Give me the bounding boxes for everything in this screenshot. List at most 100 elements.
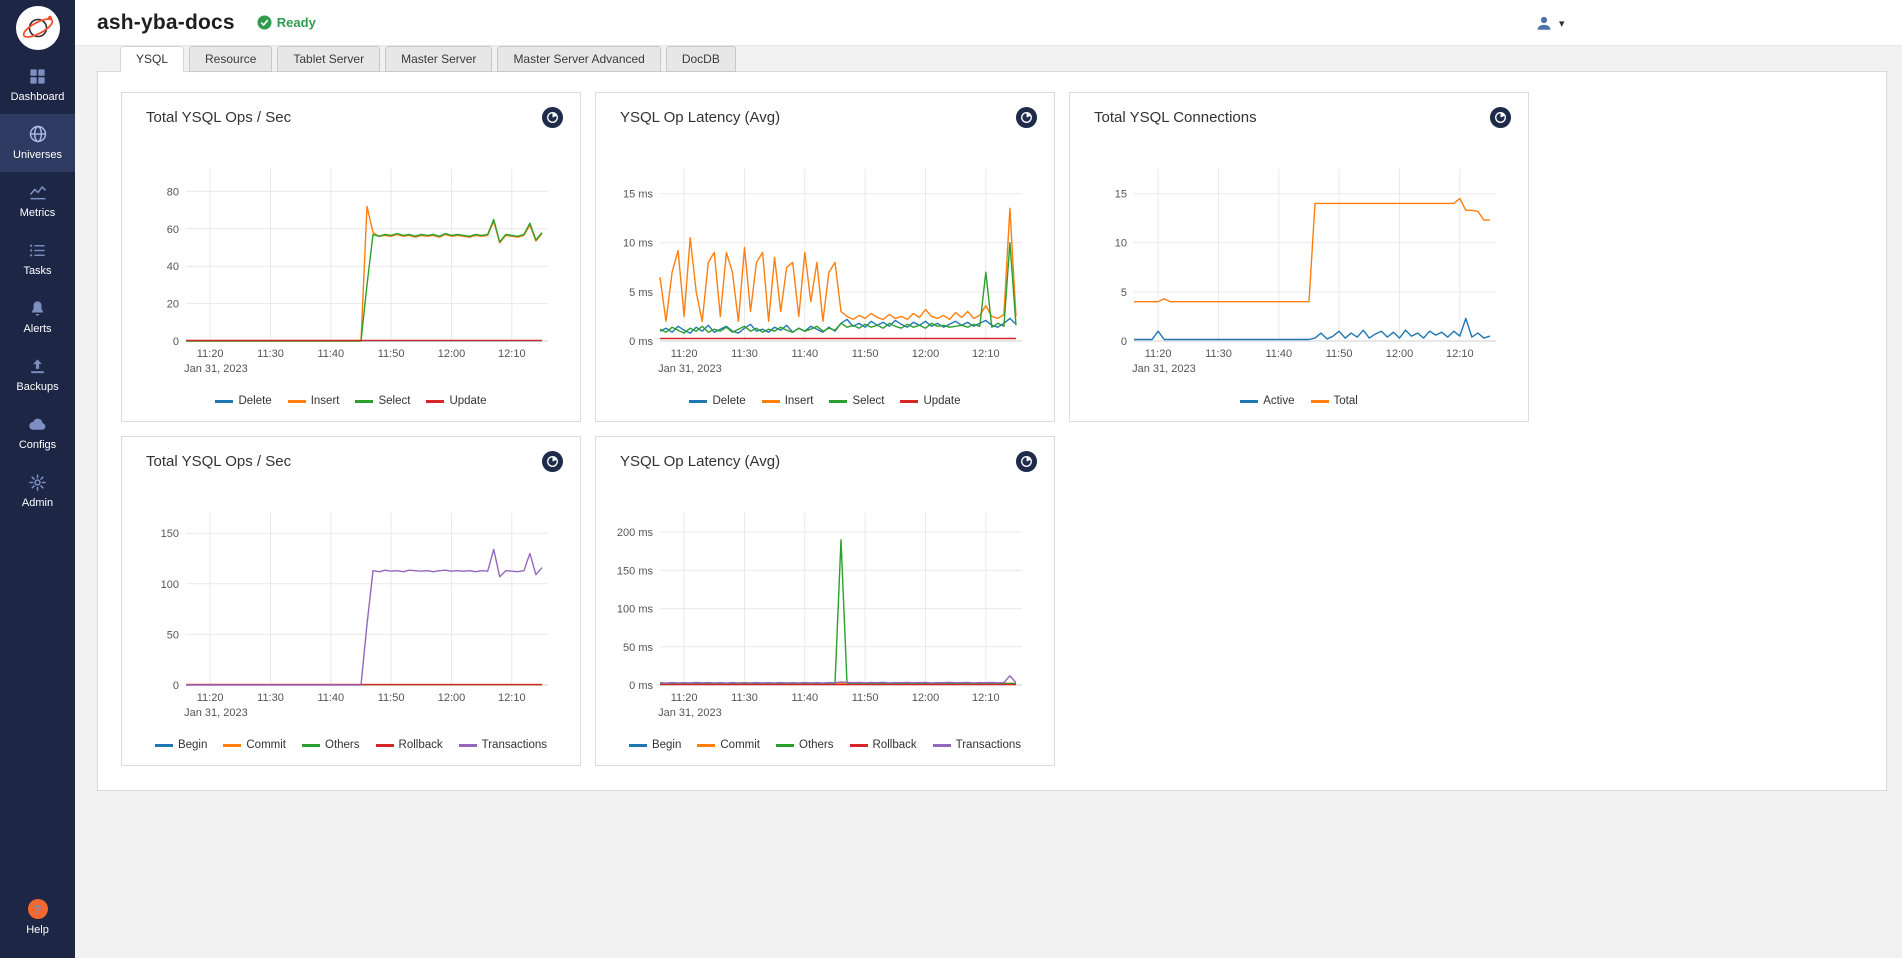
chart-title: YSQL Op Latency (Avg)	[620, 453, 780, 470]
metrics-icon	[28, 182, 48, 202]
legend-item[interactable]: Insert	[288, 395, 340, 407]
sidebar-item-dashboard[interactable]: Dashboard	[0, 56, 75, 114]
main-content: YSQLResourceTablet ServerMaster ServerMa…	[75, 46, 1902, 958]
metrics-panel: Total YSQL Ops / Sec02040608011:20Jan 31…	[97, 71, 1887, 791]
sidebar-item-admin[interactable]: Admin	[0, 462, 75, 520]
svg-text:11:20: 11:20	[671, 692, 698, 704]
tab-master-server-advanced[interactable]: Master Server Advanced	[497, 46, 660, 72]
legend-item[interactable]: Begin	[629, 739, 681, 751]
svg-text:11:50: 11:50	[378, 692, 405, 704]
sidebar-nav: DashboardUniversesMetricsTasks Alerts Back…	[0, 56, 75, 520]
svg-text:0 ms: 0 ms	[629, 336, 653, 348]
chart-options-icon[interactable]	[1015, 106, 1038, 129]
svg-text:50 ms: 50 ms	[623, 642, 653, 654]
chart-header: Total YSQL Connections	[1070, 93, 1528, 127]
tab-bar: YSQLResourceTablet ServerMaster ServerMa…	[97, 46, 1887, 72]
chart-legend: Active Total	[1070, 395, 1528, 421]
svg-text:11:30: 11:30	[731, 348, 758, 360]
legend-item[interactable]: Others	[776, 739, 834, 751]
svg-text:150: 150	[161, 528, 179, 540]
help-icon: ?	[28, 899, 48, 919]
chart-options-icon[interactable]	[541, 450, 564, 473]
tab-ysql[interactable]: YSQL	[120, 46, 184, 72]
legend-swatch	[629, 744, 647, 747]
chart-options-icon[interactable]	[541, 106, 564, 129]
user-menu[interactable]: ▾	[1535, 0, 1565, 46]
legend-label: Commit	[246, 739, 286, 751]
sidebar-item-label: Alerts	[23, 323, 51, 335]
legend-swatch	[302, 744, 320, 747]
legend-item[interactable]: Update	[900, 395, 960, 407]
svg-text:100 ms: 100 ms	[617, 604, 654, 616]
legend-swatch	[355, 400, 373, 403]
legend-label: Others	[799, 739, 834, 751]
legend-item[interactable]: Total	[1311, 395, 1358, 407]
legend-item[interactable]: Transactions	[459, 739, 547, 751]
svg-text:12:10: 12:10	[972, 348, 1000, 360]
chart-options-icon[interactable]	[1489, 106, 1512, 129]
legend-swatch	[459, 744, 477, 747]
legend-item[interactable]: Transactions	[933, 739, 1021, 751]
legend-item[interactable]: Insert	[762, 395, 814, 407]
svg-text:11:20: 11:20	[671, 348, 698, 360]
sidebar-item-metrics[interactable]: Metrics	[0, 172, 75, 230]
svg-text:11:20: 11:20	[197, 692, 224, 704]
legend-item[interactable]: Select	[355, 395, 410, 407]
svg-text:11:40: 11:40	[317, 692, 344, 704]
chart-card: Total YSQL Connections05101511:20Jan 31,…	[1069, 92, 1529, 422]
legend-label: Insert	[311, 395, 340, 407]
universe-icon	[28, 124, 48, 144]
svg-text:12:10: 12:10	[972, 692, 1000, 704]
chart-title: Total YSQL Ops / Sec	[146, 453, 291, 470]
svg-text:12:00: 12:00	[438, 348, 466, 360]
tab-tablet-server[interactable]: Tablet Server	[277, 46, 380, 72]
svg-text:11:40: 11:40	[791, 692, 818, 704]
legend-item[interactable]: Commit	[697, 739, 760, 751]
svg-text:15 ms: 15 ms	[623, 189, 653, 201]
svg-text:11:50: 11:50	[852, 692, 879, 704]
status-text: Ready	[277, 15, 316, 30]
chart-card: Total YSQL Ops / Sec02040608011:20Jan 31…	[121, 92, 581, 422]
yugabyte-logo[interactable]	[16, 6, 60, 50]
svg-text:11:30: 11:30	[1205, 348, 1232, 360]
sidebar-item-alerts[interactable]: Alerts	[0, 288, 75, 346]
tab-docdb[interactable]: DocDB	[666, 46, 736, 72]
check-circle-icon	[257, 15, 272, 30]
svg-text:12:00: 12:00	[912, 692, 940, 704]
legend-swatch	[1311, 400, 1329, 403]
legend-swatch	[900, 400, 918, 403]
sidebar-item-universes[interactable]: Universes	[0, 114, 75, 172]
legend-swatch	[376, 744, 394, 747]
chart-plot: 05010015011:20Jan 31, 202311:3011:4011:5…	[122, 471, 580, 739]
legend-item[interactable]: Select	[829, 395, 884, 407]
legend-swatch	[1240, 400, 1258, 403]
chevron-down-icon: ▾	[1559, 17, 1565, 30]
svg-text:11:20: 11:20	[197, 348, 224, 360]
legend-item[interactable]: Commit	[223, 739, 286, 751]
tab-resource[interactable]: Resource	[189, 46, 272, 72]
svg-text:Jan 31, 2023: Jan 31, 2023	[658, 707, 722, 719]
legend-item[interactable]: Active	[1240, 395, 1294, 407]
legend-label: Active	[1263, 395, 1294, 407]
svg-text:0: 0	[173, 336, 179, 348]
chart-plot: 0 ms50 ms100 ms150 ms200 ms11:20Jan 31, …	[596, 471, 1054, 739]
legend-item[interactable]: Update	[426, 395, 486, 407]
sidebar-item-backups[interactable]: Backups	[0, 346, 75, 404]
legend-item[interactable]: Rollback	[850, 739, 917, 751]
chart-options-icon[interactable]	[1015, 450, 1038, 473]
sidebar-item-tasks[interactable]: Tasks	[0, 230, 75, 288]
tab-master-server[interactable]: Master Server	[385, 46, 492, 72]
legend-item[interactable]: Rollback	[376, 739, 443, 751]
svg-text:Jan 31, 2023: Jan 31, 2023	[658, 363, 722, 375]
yugabyte-logo-icon	[18, 8, 58, 48]
sidebar-item-configs[interactable]: Configs	[0, 404, 75, 462]
legend-swatch	[288, 400, 306, 403]
legend-item[interactable]: Begin	[155, 739, 207, 751]
svg-text:11:50: 11:50	[1326, 348, 1353, 360]
sidebar-item-help[interactable]: ?Help	[0, 893, 75, 942]
legend-item[interactable]: Delete	[689, 395, 745, 407]
chart-header: YSQL Op Latency (Avg)	[596, 437, 1054, 471]
svg-text:12:10: 12:10	[498, 692, 526, 704]
legend-item[interactable]: Others	[302, 739, 360, 751]
legend-item[interactable]: Delete	[215, 395, 271, 407]
